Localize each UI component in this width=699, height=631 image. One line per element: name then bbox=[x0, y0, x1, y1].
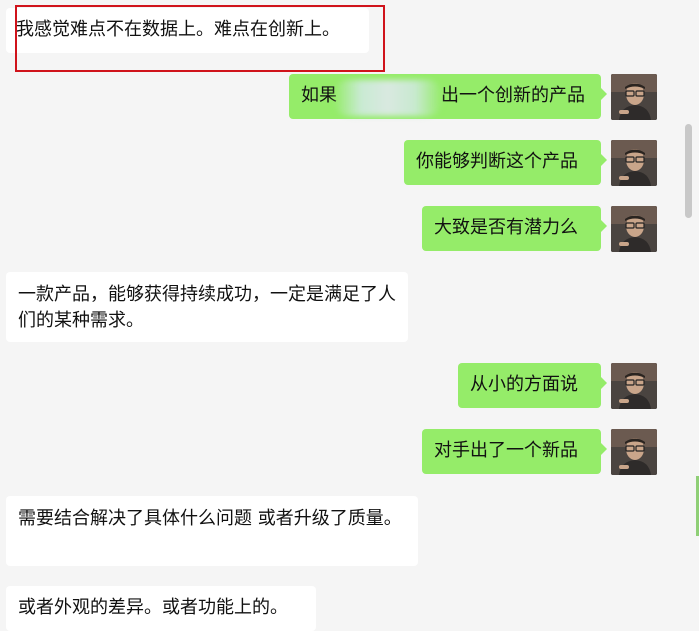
message-incoming[interactable]: 需要结合解决了具体什么问题 或者升级了质量。 bbox=[6, 496, 418, 566]
message-text-start: 如果 bbox=[301, 85, 337, 106]
user-avatar[interactable] bbox=[611, 140, 657, 186]
message-incoming[interactable]: 我感觉难点不在数据上。难点在创新上。 bbox=[6, 8, 369, 53]
message-outgoing[interactable]: 对手出了一个新品 bbox=[422, 429, 607, 474]
message-text: 对手出了一个新品 bbox=[434, 440, 578, 461]
avatar-photo-icon bbox=[611, 74, 657, 120]
message-text: 需要结合解决了具体什么问题 或者升级了质量。 bbox=[18, 508, 402, 529]
message-text: 你能够判断这个产品 bbox=[416, 151, 578, 172]
chat-message-area: 我感觉难点不在数据上。难点在创新上。 如果 出一个创新的产品 你能够判断这个产品 bbox=[0, 0, 699, 631]
avatar-photo-icon bbox=[611, 429, 657, 475]
message-text: 大致是否有潜力么 bbox=[434, 217, 578, 238]
user-avatar[interactable] bbox=[611, 74, 657, 120]
message-incoming[interactable]: 或者外观的差异。或者功能上的。 bbox=[6, 586, 316, 631]
avatar-photo-icon bbox=[611, 363, 657, 409]
avatar-photo-icon bbox=[611, 206, 657, 252]
message-outgoing[interactable]: 你能够判断这个产品 bbox=[404, 140, 607, 185]
user-avatar[interactable] bbox=[611, 429, 657, 475]
scrollbar-thumb[interactable] bbox=[685, 124, 692, 218]
message-text: 从小的方面说 bbox=[470, 374, 578, 395]
user-avatar[interactable] bbox=[611, 363, 657, 409]
message-text: 一款产品，能够获得持续成功，一定是满足了人们的某种需求。 bbox=[18, 284, 396, 331]
redaction-blur bbox=[334, 80, 442, 116]
message-text: 或者外观的差异。或者功能上的。 bbox=[18, 597, 288, 618]
message-text-end: 出一个创新的产品 bbox=[441, 85, 585, 106]
message-outgoing[interactable]: 大致是否有潜力么 bbox=[422, 206, 607, 251]
avatar-photo-icon bbox=[611, 140, 657, 186]
message-text: 我感觉难点不在数据上。难点在创新上。 bbox=[16, 19, 340, 40]
scrollbar[interactable] bbox=[684, 0, 694, 625]
user-avatar[interactable] bbox=[611, 206, 657, 252]
message-outgoing[interactable]: 从小的方面说 bbox=[458, 363, 607, 408]
message-incoming[interactable]: 一款产品，能够获得持续成功，一定是满足了人们的某种需求。 bbox=[6, 272, 408, 342]
